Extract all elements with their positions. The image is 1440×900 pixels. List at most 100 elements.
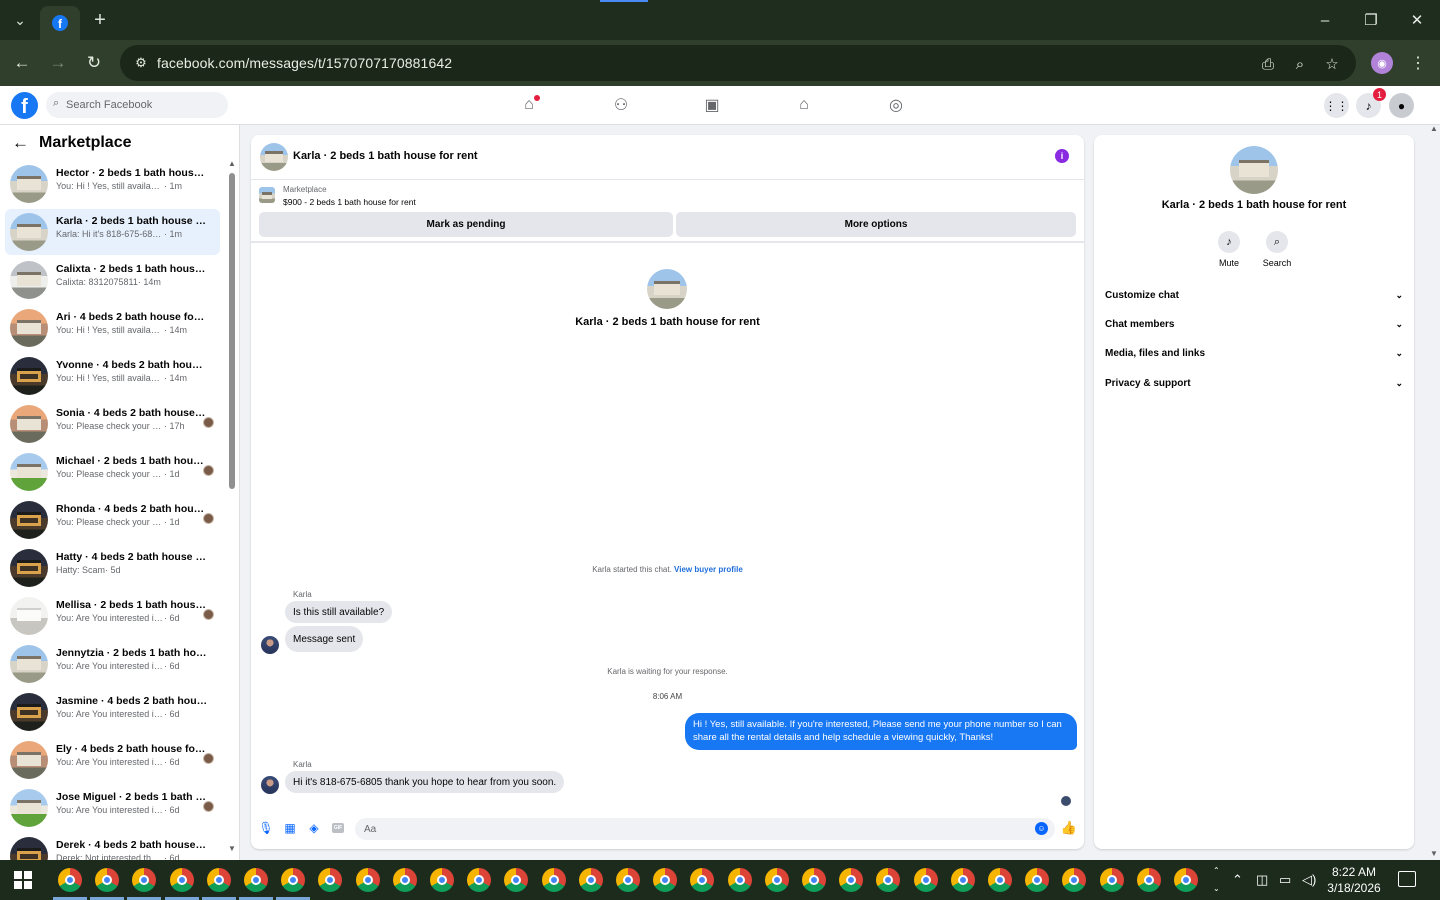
show-hidden-icons-icon[interactable]: ⌃ [1232,872,1243,888]
conversation-item[interactable]: Karla · 2 beds 1 bath house for rent Karl… [5,209,220,255]
back-icon[interactable]: ← [7,48,37,78]
chrome-taskbar-icon[interactable] [988,868,1012,892]
conversation-item[interactable]: Jennytzia · 2 beds 1 bath house for rent… [5,641,220,687]
url-text[interactable]: facebook.com/messages/t/1570707170881642 [157,55,452,71]
conversation-item[interactable]: Michael · 2 beds 1 bath house for rent Yo… [5,449,220,495]
close-window-icon[interactable]: ✕ [1394,0,1440,40]
page-scrollbar[interactable]: ▲ ▼ [1428,124,1440,860]
incoming-message[interactable]: Message sent [285,626,364,652]
forward-icon[interactable]: → [43,48,73,78]
conversation-item[interactable]: Rhonda · 4 beds 2 bath house for rent You… [5,497,220,543]
conversation-item[interactable]: Sonia · 4 beds 2 bath house for rent You:… [5,401,220,447]
chrome-taskbar-icon[interactable] [127,868,162,900]
chat-title[interactable]: Karla · 2 beds 1 bath house for rent [293,150,478,162]
site-settings-icon[interactable]: ⚙ [132,54,150,72]
chrome-taskbar-icon[interactable] [1062,868,1087,892]
tab-search-icon[interactable]: ⌄ [6,6,34,34]
chrome-taskbar-icon[interactable] [839,868,864,892]
sidebar-scrollbar[interactable]: ▲ ▼ [228,159,236,853]
chat-avatar[interactable] [260,143,288,171]
listing-thumbnail[interactable] [259,187,275,203]
taskbar-overflow-icon[interactable]: ⌃ ⌄ [1213,862,1220,898]
chrome-taskbar-icon[interactable] [1099,868,1124,892]
chrome-taskbar-icon[interactable] [690,868,715,892]
reload-icon[interactable]: ↻ [79,48,109,78]
chrome-taskbar-icon[interactable] [653,868,678,892]
chrome-taskbar-icon[interactable] [802,868,826,892]
chrome-taskbar-icon[interactable] [355,868,380,892]
mark-as-pending-button[interactable]: Mark as pending [259,212,673,237]
scroll-up-icon[interactable]: ▲ [1430,124,1438,133]
chrome-taskbar-icon[interactable] [876,868,901,892]
chrome-taskbar-icon[interactable] [578,868,603,892]
chrome-taskbar-icon[interactable] [90,868,125,900]
info-icon[interactable]: i [1055,149,1069,163]
restore-icon[interactable]: ❐ [1348,0,1394,40]
video-icon[interactable]: ▣ [700,94,724,116]
gif-icon[interactable]: GIF [332,823,344,833]
network-icon[interactable]: ▭ [1279,872,1291,888]
scroll-down-icon[interactable]: ▼ [228,844,236,853]
outgoing-message[interactable]: Hi ! Yes, still available. If you're int… [685,713,1077,750]
chrome-taskbar-icon[interactable] [913,868,938,892]
chrome-taskbar-icon[interactable] [541,868,566,892]
conversation-item[interactable]: Ari · 4 beds 2 bath house for rent You: H… [5,305,220,351]
chrome-taskbar-icon[interactable] [950,868,975,892]
browser-tab[interactable]: f [40,6,80,40]
details-avatar[interactable] [1230,146,1278,194]
facebook-logo-icon[interactable]: f [11,92,38,119]
conversation-item[interactable]: Ely · 4 beds 2 bath house for rent You: A… [5,737,220,783]
scroll-down-icon[interactable]: ▼ [1430,849,1438,858]
emoji-icon[interactable]: ☺ [1035,822,1048,835]
marketplace-icon[interactable]: ⌂ [792,94,816,116]
friends-icon[interactable]: ⚇ [609,94,633,116]
chrome-taskbar-icon[interactable] [276,868,311,900]
sticker-icon[interactable]: ◈ [307,821,321,835]
conversation-item[interactable]: Hector · 2 beds 1 bath house for rent You… [5,161,220,207]
chrome-taskbar-icon[interactable] [1025,868,1050,892]
menu-grid-icon[interactable]: ⋮⋮ [1324,93,1349,118]
address-bar[interactable]: ⚙ facebook.com/messages/t/15707071708816… [120,45,1356,81]
view-buyer-profile-link[interactable]: View buyer profile [674,565,743,574]
incoming-message[interactable]: Is this still available? [285,601,393,623]
chrome-taskbar-icon[interactable] [318,868,343,892]
media-files-links-section[interactable]: Media, files and links ⌄ [1105,343,1403,363]
photo-icon[interactable]: ▦ [283,821,297,835]
conversation-item[interactable]: Mellisa · 2 beds 1 bath house for rent Yo… [5,593,220,639]
chrome-taskbar-icon[interactable] [164,868,199,900]
chrome-taskbar-icon[interactable] [616,868,640,892]
search-conversation-button[interactable]: ⌕ Search [1257,231,1297,268]
browser-profile-icon[interactable]: ◉ [1371,52,1393,74]
taskbar-clock[interactable]: 8:22 AM 3/18/2026 [1322,864,1386,896]
browser-menu-icon[interactable]: ⋮ [1408,52,1428,74]
conversation-item[interactable]: Jasmine · 4 beds 2 bath house for rent Yo… [5,689,220,735]
account-avatar[interactable]: ● [1389,93,1414,118]
groups-icon[interactable]: ◎ [884,94,908,116]
scroll-up-icon[interactable]: ▲ [228,159,236,168]
chrome-taskbar-icon[interactable] [1174,868,1198,892]
conversation-item[interactable]: Derek · 4 beds 2 bath house for rent Dere… [5,833,220,860]
chrome-taskbar-icon[interactable] [467,868,492,892]
chrome-taskbar-icon[interactable] [504,868,529,892]
conversation-item[interactable]: Calixta · 2 beds 1 bath house for rent Ca… [5,257,220,303]
listing-title[interactable]: $900 - 2 beds 1 bath house for rent [283,197,416,207]
chrome-taskbar-icon[interactable] [727,868,752,892]
minimize-icon[interactable]: – [1302,0,1348,40]
windows-start-icon[interactable] [14,871,32,889]
scroll-thumb[interactable] [229,173,235,489]
install-app-icon[interactable]: ⎙ [1257,53,1279,75]
sender-avatar[interactable] [261,636,279,654]
chat-members-section[interactable]: Chat members ⌄ [1105,314,1403,334]
incoming-message[interactable]: Hi it's 818-675-6805 thank you hope to h… [285,771,565,793]
privacy-support-section[interactable]: Privacy & support ⌄ [1105,373,1403,393]
facebook-search-input[interactable] [66,96,216,114]
thumbs-up-icon[interactable]: 👍 [1061,820,1077,836]
chrome-taskbar-icon[interactable] [1136,868,1161,892]
back-arrow-icon[interactable]: ← [12,133,29,153]
conversation-item[interactable]: Jose Miguel · 2 beds 1 bath house for re… [5,785,220,831]
facebook-search[interactable]: ⌕ [46,92,228,118]
bookmark-star-icon[interactable]: ☆ [1321,53,1343,75]
chrome-taskbar-icon[interactable] [53,868,87,900]
chrome-taskbar-icon[interactable] [430,868,454,892]
conversation-item[interactable]: Hatty · 4 beds 2 bath house for rent Hatt… [5,545,220,591]
